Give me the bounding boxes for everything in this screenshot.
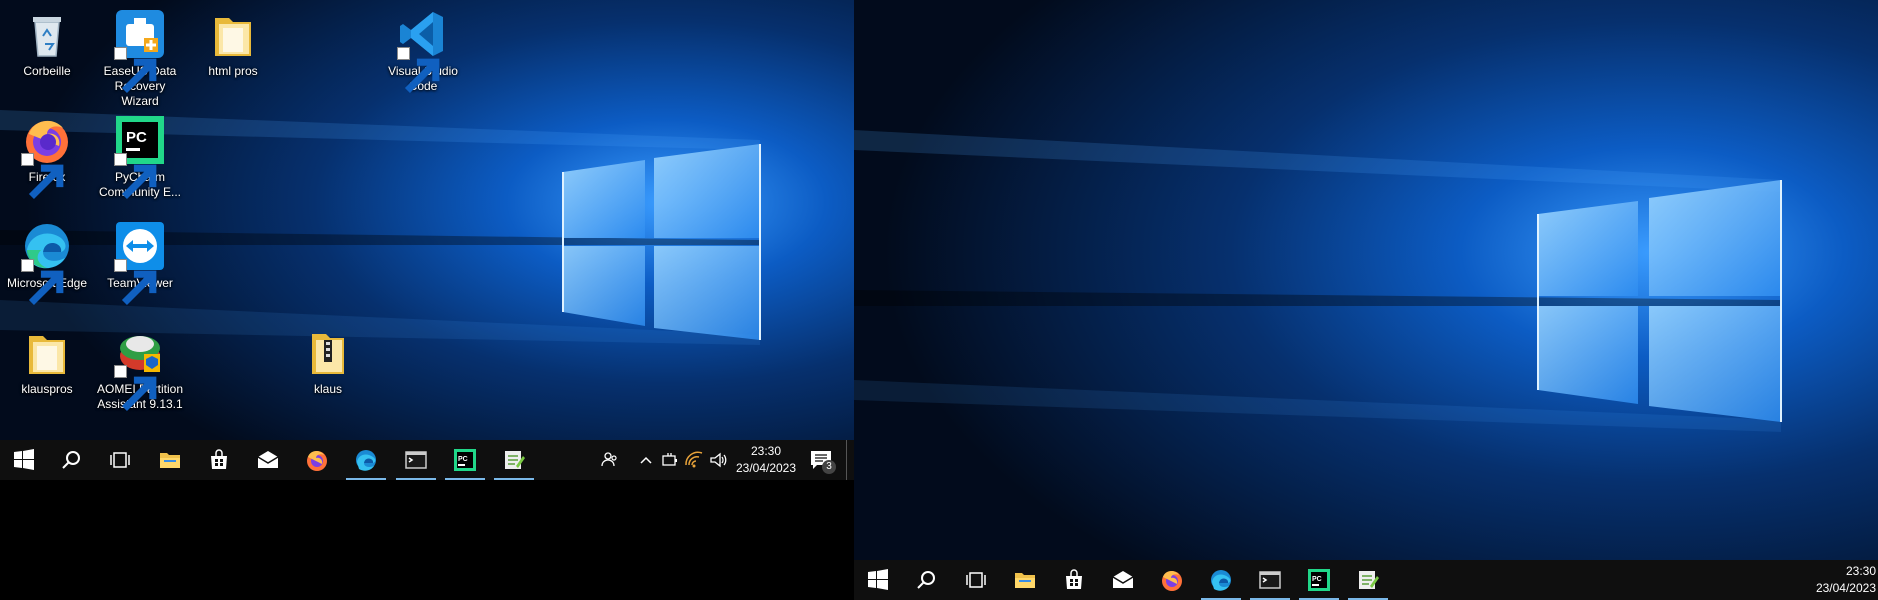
pycharm-icon: PC (114, 114, 166, 200)
file-explorer-icon (1015, 573, 1035, 588)
taskbar-store[interactable] (195, 440, 243, 480)
shortcut-arrow-icon (114, 47, 157, 94)
taskbar-file-explorer[interactable] (1001, 560, 1049, 600)
shortcut-arrow-icon (21, 153, 64, 200)
folder-icon (207, 8, 259, 60)
wifi-icon[interactable] (684, 450, 704, 470)
desktop-icon-easeus[interactable]: EaseUS Data Recovery Wizard (95, 4, 185, 109)
firefox-icon (307, 451, 327, 471)
clock-time: 23:30 (750, 444, 782, 458)
search-button[interactable] (48, 440, 96, 480)
taskbar-mail[interactable] (244, 440, 292, 480)
pycharm-icon: PC (1308, 569, 1330, 591)
taskbar-left: PC 23:30 23/04/2023 3 (0, 440, 854, 480)
unused-screen-area (0, 480, 854, 600)
taskbar-pycharm[interactable]: PC (441, 440, 489, 480)
svg-text:PC: PC (126, 129, 147, 146)
desktop-icon-aomei[interactable]: AOMEI Partition Assistant 9.13.1 (95, 322, 185, 412)
taskbar-edge[interactable] (1197, 560, 1245, 600)
action-center-button[interactable]: 3 (808, 448, 836, 474)
battery-plug-icon[interactable] (660, 450, 680, 470)
desktop-icon-edge[interactable]: Microsoft Edge (2, 216, 92, 306)
windows-logo-icon (868, 569, 888, 590)
edge-icon (1211, 570, 1231, 591)
easeus-icon (114, 8, 166, 94)
taskbar-clock[interactable]: 23:30 23/04/2023 (1800, 563, 1876, 597)
search-icon (917, 571, 935, 589)
shortcut-arrow-icon (114, 365, 157, 412)
svg-text:PC: PC (458, 456, 468, 463)
start-button[interactable] (854, 560, 902, 600)
pycharm-icon: PC (454, 449, 476, 471)
search-icon (62, 451, 80, 469)
shortcut-arrow-icon (114, 153, 157, 200)
clock-date: 23/04/2023 (1815, 581, 1876, 595)
task-view-button[interactable] (952, 560, 1000, 600)
taskbar-edge[interactable] (342, 440, 390, 480)
firefox-icon (1162, 571, 1182, 591)
taskbar-firefox[interactable] (293, 440, 341, 480)
file-explorer-icon (160, 453, 180, 468)
clock-date: 23/04/2023 (735, 461, 797, 475)
task-view-icon (110, 452, 130, 468)
desktop-icon-klaus[interactable]: klaus (283, 322, 373, 397)
taskbar-terminal[interactable] (1246, 560, 1294, 600)
taskbar-mail[interactable] (1099, 560, 1147, 600)
svg-text:PC: PC (1312, 576, 1322, 583)
taskbar-notepad-plus[interactable] (1344, 560, 1392, 600)
desktop-icon-teamviewer[interactable]: TeamViewer (95, 216, 185, 306)
folder-icon (21, 326, 73, 378)
taskbar-file-explorer[interactable] (146, 440, 194, 480)
desktop-icon-recycle-bin[interactable]: Corbeille (2, 4, 92, 79)
mail-icon (257, 451, 279, 468)
taskbar-firefox[interactable] (1148, 560, 1196, 600)
show-desktop-button[interactable] (846, 440, 852, 480)
desktop-wallpaper-right (854, 0, 1878, 560)
vscode-icon (397, 8, 449, 94)
store-icon (211, 449, 227, 469)
notification-count-badge: 3 (822, 460, 836, 474)
notepad-plus-icon (505, 451, 525, 469)
recycle-bin-icon (21, 8, 73, 60)
desktop-icon-pycharm[interactable]: PC PyCharm Community E... (95, 110, 185, 200)
terminal-icon (405, 451, 427, 469)
taskbar-right: PC 23:30 23/04/2023 (854, 560, 1878, 600)
folder-zip-icon (302, 326, 354, 378)
clock-time: 23:30 (1845, 564, 1876, 578)
chevron-up-icon[interactable] (636, 450, 656, 470)
volume-icon[interactable] (708, 450, 728, 470)
people-icon[interactable] (600, 450, 620, 470)
task-view-icon (966, 572, 986, 588)
notepad-plus-icon (1359, 571, 1379, 589)
teamviewer-icon (114, 220, 166, 306)
mail-icon (1112, 571, 1134, 588)
taskbar-pycharm[interactable]: PC (1295, 560, 1343, 600)
aomei-icon (114, 326, 166, 412)
taskbar-clock[interactable]: 23:30 23/04/2023 (728, 443, 804, 477)
start-button[interactable] (0, 440, 48, 480)
taskbar-store[interactable] (1050, 560, 1098, 600)
desktop-icon-vscode[interactable]: Visual Studio Code (378, 4, 468, 94)
store-icon (1066, 569, 1082, 589)
taskbar-notepad-plus[interactable] (490, 440, 538, 480)
shortcut-arrow-icon (397, 47, 440, 94)
taskbar-terminal[interactable] (392, 440, 440, 480)
task-view-button[interactable] (96, 440, 144, 480)
shortcut-arrow-icon (114, 259, 157, 306)
windows-logo-icon (14, 449, 34, 470)
shortcut-arrow-icon (21, 259, 64, 306)
terminal-icon (1259, 571, 1281, 589)
desktop-icon-firefox[interactable]: Firefox (2, 110, 92, 200)
desktop-icon-html-pros[interactable]: html pros (188, 4, 278, 79)
desktop-icon-klauspros[interactable]: klauspros (2, 322, 92, 397)
edge-icon (356, 450, 376, 471)
edge-icon (21, 220, 73, 306)
search-button[interactable] (903, 560, 951, 600)
firefox-icon (21, 114, 73, 200)
